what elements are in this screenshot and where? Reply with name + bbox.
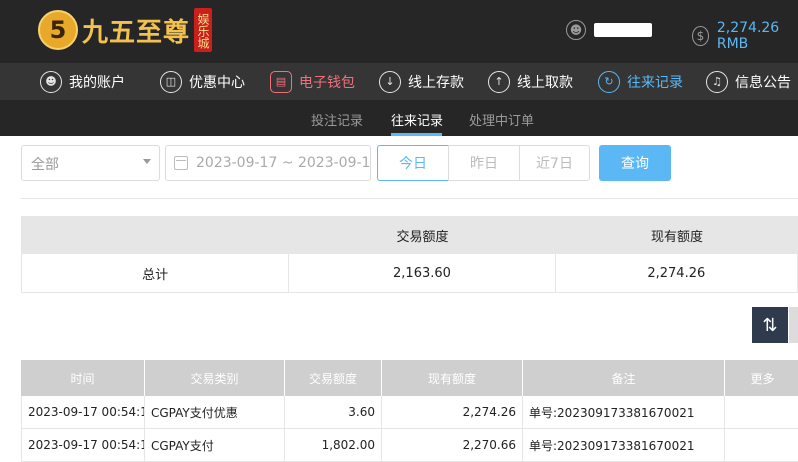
summary-row: 总计 2,163.60 2,274.26 bbox=[21, 254, 798, 293]
active-tab-indicator bbox=[391, 133, 442, 136]
withdraw-icon: ↑ bbox=[488, 70, 510, 93]
summary-transaction-amount: 2,163.60 bbox=[289, 254, 556, 292]
nav-label: 信息公告 bbox=[735, 74, 791, 91]
column-header-amount[interactable]: 交易额度 bbox=[285, 360, 382, 396]
tab-pending-orders[interactable]: 处理中订单 bbox=[469, 110, 534, 129]
logo-text: 九五至尊 bbox=[82, 17, 191, 48]
user-icon: ☻ bbox=[566, 20, 586, 40]
nav-label: 线上存款 bbox=[408, 74, 464, 91]
column-header-remark[interactable]: 备注 bbox=[523, 360, 725, 396]
records-header: 时间 交易类别 交易额度 现有额度 备注 更多 bbox=[21, 360, 798, 396]
deposit-icon: ↓ bbox=[379, 70, 401, 93]
tab-transaction-records[interactable]: 往来记录 bbox=[391, 110, 443, 129]
nav-deposit[interactable]: ↓ 线上存款 bbox=[379, 63, 464, 100]
column-header-more[interactable]: 更多 bbox=[725, 360, 798, 396]
nav-label: 优惠中心 bbox=[189, 74, 245, 91]
summary-header-cell: 交易额度 bbox=[396, 229, 449, 245]
nav-label: 线上取款 bbox=[517, 74, 573, 91]
logo-seal: 娱乐城 bbox=[194, 8, 213, 52]
gift-icon: ◫ bbox=[160, 70, 182, 93]
cell-amount: 3.60 bbox=[285, 396, 382, 428]
sort-icon: ⇅ bbox=[762, 314, 778, 336]
cell-type: CGPAY支付 bbox=[145, 429, 285, 461]
cell-remark: 单号:202309173381670021 bbox=[523, 396, 725, 428]
sort-ascending-button[interactable] bbox=[789, 307, 798, 343]
cell-more[interactable] bbox=[725, 429, 798, 461]
nav-wallet[interactable]: ▤ 电子钱包 bbox=[270, 63, 355, 100]
type-select[interactable]: 全部 bbox=[21, 145, 160, 181]
nav-label: 电子钱包 bbox=[299, 74, 355, 91]
cell-time: 2023-09-17 00:54:11 bbox=[21, 396, 145, 428]
nav-promotions[interactable]: ◫ 优惠中心 bbox=[160, 63, 245, 100]
divider bbox=[21, 198, 798, 199]
record-icon: ↻ bbox=[598, 70, 620, 93]
summary-header-cell: 现有额度 bbox=[650, 229, 703, 245]
table-row: 2023-09-17 00:54:11 CGPAY支付优惠 3.60 2,274… bbox=[21, 396, 798, 429]
caret-down-icon bbox=[143, 159, 151, 164]
column-header-time[interactable]: 时间 bbox=[21, 360, 145, 396]
cell-type: CGPAY支付优惠 bbox=[145, 396, 285, 428]
table-row: 2023-09-17 00:54:11 CGPAY支付 1,802.00 2,2… bbox=[21, 429, 798, 462]
column-header-balance[interactable]: 现有额度 bbox=[382, 360, 523, 396]
dollar-icon: $ bbox=[692, 26, 709, 46]
balance-value: 2,274.26 RMB bbox=[716, 20, 780, 52]
last-7-days-button[interactable]: 近7日 bbox=[519, 145, 590, 181]
records-table: 时间 交易类别 交易额度 现有额度 备注 更多 2023-09-17 00:54… bbox=[21, 360, 798, 462]
summary-table: 交易额度 现有额度 总计 2,163.60 2,274.26 bbox=[21, 216, 798, 293]
column-header-type[interactable]: 交易类别 bbox=[145, 360, 285, 396]
summary-header-cell bbox=[21, 216, 289, 254]
user-info[interactable]: ☻ bbox=[566, 20, 652, 40]
cell-amount: 1,802.00 bbox=[285, 429, 382, 461]
site-logo[interactable]: 5 九五至尊 娱乐城 bbox=[38, 8, 213, 52]
summary-header: 交易额度 现有额度 bbox=[21, 216, 798, 254]
yesterday-button[interactable]: 昨日 bbox=[448, 145, 520, 181]
cell-balance: 2,270.66 bbox=[382, 429, 523, 461]
summary-total-label: 总计 bbox=[22, 254, 290, 292]
date-range-input[interactable]: 2023-09-17 ~ 2023-09-17 bbox=[165, 145, 371, 181]
today-button[interactable]: 今日 bbox=[377, 145, 449, 181]
cell-balance: 2,274.26 bbox=[382, 396, 523, 428]
user-icon: ☻ bbox=[40, 70, 62, 93]
cell-time: 2023-09-17 00:54:11 bbox=[21, 429, 145, 461]
sort-descending-button[interactable]: ⇅ bbox=[752, 307, 788, 343]
logo-mark: 5 bbox=[38, 10, 78, 50]
main-nav: ☻ 我的账户 ◫ 优惠中心 ▤ 电子钱包 ↓ 线上存款 ↑ 线上取款 ↻ 往来记… bbox=[0, 63, 798, 100]
cell-more[interactable] bbox=[725, 396, 798, 428]
cell-remark: 单号:202309173381670021 bbox=[523, 429, 725, 461]
bell-icon: ♫ bbox=[706, 70, 728, 93]
summary-current-balance: 2,274.26 bbox=[647, 265, 706, 281]
username-masked bbox=[594, 23, 652, 37]
nav-records[interactable]: ↻ 往来记录 bbox=[598, 63, 683, 100]
nav-withdraw[interactable]: ↑ 线上取款 bbox=[488, 63, 573, 100]
nav-label: 往来记录 bbox=[627, 74, 683, 91]
wallet-icon: ▤ bbox=[270, 70, 292, 93]
balance-info: $ 2,274.26 RMB bbox=[692, 20, 798, 52]
nav-notices[interactable]: ♫ 信息公告 bbox=[706, 63, 791, 100]
sub-tabs: 投注记录 往来记录 处理中订单 bbox=[0, 100, 798, 136]
calendar-icon bbox=[174, 156, 188, 170]
top-header: 5 九五至尊 娱乐城 ☻ $ 2,274.26 RMB bbox=[0, 0, 798, 63]
search-button[interactable]: 查询 bbox=[599, 145, 671, 181]
date-range-value: 2023-09-17 ~ 2023-09-17 bbox=[196, 155, 371, 171]
nav-my-account[interactable]: ☻ 我的账户 bbox=[40, 63, 125, 100]
type-select-value: 全部 bbox=[31, 157, 59, 173]
tab-bet-records[interactable]: 投注记录 bbox=[311, 110, 363, 129]
nav-label: 我的账户 bbox=[69, 74, 125, 91]
